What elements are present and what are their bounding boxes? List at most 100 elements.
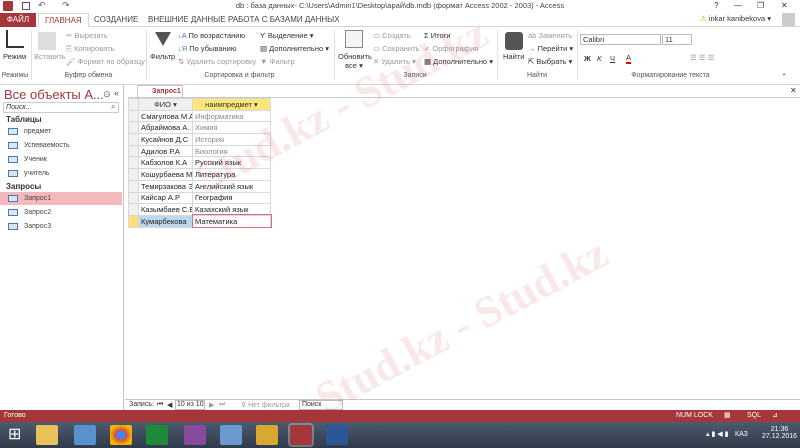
copy-button[interactable]: ⎘ Копировать <box>66 44 114 54</box>
avatar[interactable] <box>782 13 795 26</box>
design-view-icon[interactable]: ⊿ <box>772 410 778 422</box>
format-painter-button[interactable]: 🖌 Формат по образцу <box>66 57 145 66</box>
user-name[interactable]: ⚠ inkar kanibekova ▾ <box>700 14 771 23</box>
bold-button[interactable]: Ж <box>584 54 591 63</box>
tab-create[interactable]: СОЗДАНИЕ <box>88 13 144 27</box>
align-icons[interactable]: ☰ ☰ ☰ <box>690 53 714 62</box>
nav-table-item[interactable]: предмет <box>0 125 122 138</box>
chrome-icon[interactable] <box>110 425 132 445</box>
start-icon[interactable]: ⊞ <box>8 425 30 445</box>
control-panel-icon[interactable] <box>74 425 96 445</box>
cell-subject[interactable]: Химия <box>192 121 271 135</box>
record-search-input[interactable]: Поиск <box>299 400 343 410</box>
doc-tab-query1[interactable]: Запрос1 <box>137 85 183 97</box>
shutter-bar-icon[interactable]: « <box>114 88 119 98</box>
cell-fio[interactable]: Кайсар А.Р <box>138 191 193 205</box>
table-row[interactable]: Казымбаев С.Е Казахский язык <box>128 203 271 216</box>
paste-button[interactable]: Вставить <box>34 52 66 61</box>
goto-button[interactable]: → Перейти ▾ <box>528 44 573 53</box>
close-doc-icon[interactable]: ✕ <box>790 86 797 95</box>
cell-subject[interactable]: Математика <box>191 214 272 229</box>
font-color-icon[interactable]: A <box>626 53 632 64</box>
row-selector[interactable] <box>128 214 139 228</box>
replace-button[interactable]: ab Заменить <box>528 31 572 40</box>
table-row[interactable]: Абраймова А. Химия <box>128 121 271 135</box>
nav-title[interactable]: Все объекты A... <box>4 87 104 102</box>
word-taskbar-icon[interactable] <box>326 425 348 445</box>
search-app-icon[interactable] <box>220 425 242 445</box>
search-icon[interactable]: ⌕ <box>111 102 115 112</box>
toggle-filter-button[interactable]: ▼ Фильтр <box>260 57 295 66</box>
sort-descending-button[interactable]: ↓Я По убыванию <box>178 44 236 53</box>
row-selector[interactable] <box>128 133 139 146</box>
datasheet-view-icon[interactable]: ▦ <box>724 410 731 422</box>
row-selector[interactable] <box>128 191 139 205</box>
cell-fio[interactable]: Темирзакова Э <box>138 179 193 193</box>
tab-database-tools[interactable]: РАБОТА С БАЗАМИ ДАННЫХ <box>222 13 346 27</box>
no-filter-button[interactable]: ⊽ Нет фильтра <box>241 401 290 409</box>
nav-search-input[interactable]: Поиск... <box>3 102 119 113</box>
row-selector[interactable] <box>128 109 139 123</box>
access-taskbar-icon[interactable] <box>288 423 314 447</box>
selection-button[interactable]: Ƴ Выделение ▾ <box>260 31 314 40</box>
filter-button[interactable]: Фильтр <box>150 52 175 61</box>
row-selector[interactable] <box>128 168 139 181</box>
refresh-all-button[interactable]: Обновить все ▾ <box>338 52 372 70</box>
delete-record-button[interactable]: ✕ Удалить ▾ <box>373 57 416 66</box>
table-row[interactable]: Кусайнов Д.С История <box>128 133 271 146</box>
table-row[interactable]: Кумарбекова Математика <box>128 214 272 229</box>
cell-fio[interactable]: Кумарбекова <box>138 214 193 228</box>
nav-table-item[interactable]: учитель <box>0 167 122 180</box>
cell-subject[interactable]: Информатика <box>192 109 271 123</box>
sort-ascending-button[interactable]: ↓A По возрастанию <box>178 31 245 40</box>
record-position-input[interactable]: 10 из 10 <box>175 400 205 410</box>
store-icon[interactable] <box>146 425 168 445</box>
totals-button[interactable]: Σ Итоги <box>424 31 451 40</box>
font-size-select[interactable]: 11 <box>662 34 692 45</box>
nav-table-item[interactable]: Ученик <box>0 153 122 166</box>
tab-file[interactable]: ФАЙЛ <box>0 13 36 27</box>
new-record-button[interactable]: ▭ Создать <box>373 31 411 40</box>
cell-fio[interactable]: Абраймова А. <box>138 121 193 135</box>
font-name-select[interactable]: Calibri <box>580 34 661 45</box>
table-row[interactable]: Темирзакова Э Английский язык <box>128 179 271 193</box>
tab-home[interactable]: ГЛАВНАЯ <box>38 13 89 27</box>
collapse-ribbon-icon[interactable]: ⌃ <box>781 72 787 81</box>
find-button[interactable]: Найти <box>503 52 524 61</box>
nav-query-item[interactable]: Запрос2 <box>0 206 122 219</box>
row-selector[interactable] <box>128 156 139 170</box>
row-selector[interactable] <box>128 203 139 216</box>
cell-fio[interactable]: Кошурбаева М <box>138 168 193 181</box>
restore-button[interactable]: ❐ <box>757 1 764 10</box>
cell-subject[interactable]: История <box>192 133 271 146</box>
advanced-filter-button[interactable]: ▤ Дополнительно ▾ <box>260 44 329 53</box>
language-indicator[interactable]: КАЗ <box>735 431 748 438</box>
system-tray-icons[interactable]: ▴ ▮ ◀ ▮ <box>706 430 728 438</box>
first-record-button[interactable]: ⏮ <box>157 401 163 409</box>
column-header-fio[interactable]: ФИО ▾ <box>138 98 193 111</box>
next-record-button[interactable]: ▶ <box>209 401 214 409</box>
row-selector[interactable] <box>128 179 139 193</box>
remove-sort-button[interactable]: ⇅ Удалить сортировку <box>178 57 256 66</box>
underline-button[interactable]: Ч <box>610 54 615 63</box>
row-selector[interactable] <box>128 144 139 158</box>
cell-subject[interactable]: География <box>192 191 271 205</box>
view-button[interactable]: Режим <box>3 52 26 61</box>
cut-button[interactable]: ✂ Вырезать <box>66 31 108 40</box>
cell-fio[interactable]: Кусайнов Д.С <box>138 133 193 146</box>
nav-queries-header[interactable]: Запросы <box>6 182 41 191</box>
cell-subject[interactable]: Английский язык <box>192 179 271 193</box>
save-record-button[interactable]: ▭ Сохранить <box>373 44 419 53</box>
tab-external-data[interactable]: ВНЕШНИЕ ДАННЫЕ <box>142 13 232 27</box>
cell-subject[interactable]: Литература <box>192 168 271 181</box>
table-row[interactable]: Кабзолов К.А Русский язык <box>128 156 271 170</box>
sql-view-icon[interactable]: SQL <box>747 410 761 422</box>
nav-tables-header[interactable]: Таблицы <box>6 115 42 124</box>
cell-subject[interactable]: Казахский язык <box>192 203 271 216</box>
column-header-subject[interactable]: наимпредмет ▾ <box>192 98 271 111</box>
prev-record-button[interactable]: ◀ <box>167 401 172 409</box>
nav-table-item[interactable]: Успеваемость <box>0 139 122 152</box>
nav-query-item[interactable]: Запрос1 <box>0 192 122 205</box>
table-row[interactable]: Адилов Р.А Биология <box>128 144 271 158</box>
table-row[interactable]: Кайсар А.Р География <box>128 191 271 205</box>
